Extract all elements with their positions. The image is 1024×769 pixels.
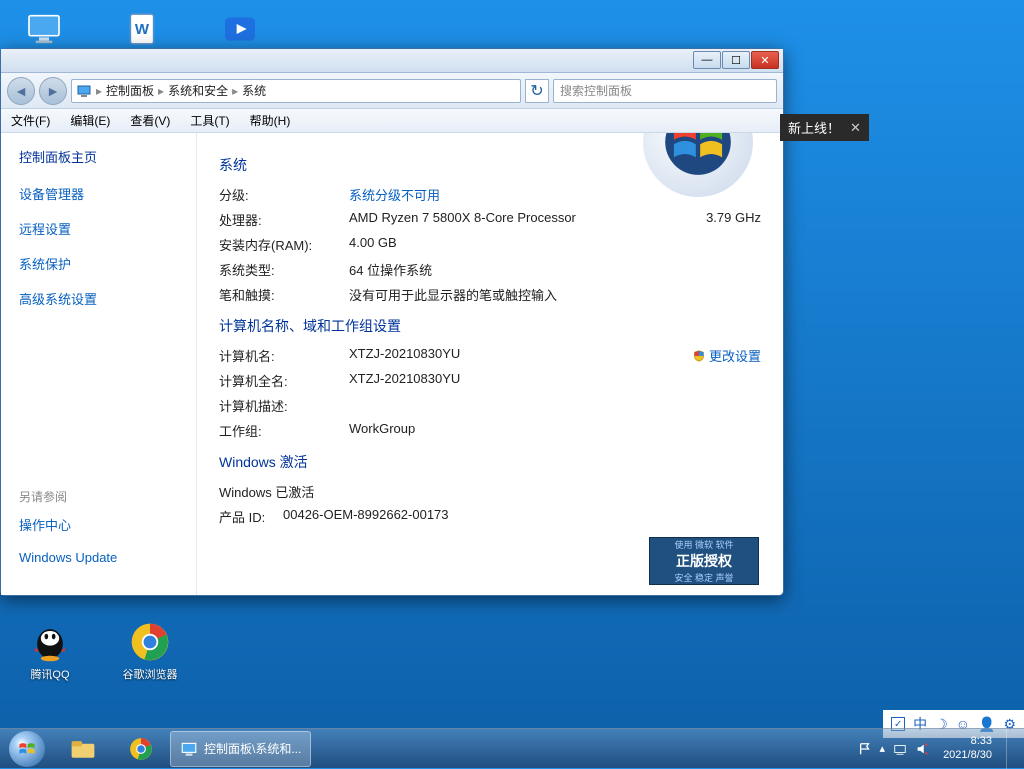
workgroup-label: 工作组:	[219, 421, 349, 440]
taskbar-task-label: 控制面板\系统和...	[204, 740, 301, 757]
svg-text:W: W	[135, 21, 150, 38]
pcfull-label: 计算机全名:	[219, 371, 349, 390]
control-panel-window: — ☐ ✕ ◄ ► ▸ 控制面板 ▸ 系统和安全 ▸ 系统 ↻ 搜索控制面板 文…	[0, 48, 784, 596]
taskbar-chrome-icon[interactable]	[113, 731, 169, 767]
ram-value: 4.00 GB	[349, 235, 761, 254]
taskbar-control-panel-task[interactable]: 控制面板\系统和...	[170, 731, 311, 767]
tray-chevron-up-icon[interactable]: ▴	[880, 742, 886, 755]
touch-value: 没有可用于此显示器的笔或触控输入	[349, 285, 761, 304]
window-minimize-button[interactable]: —	[693, 51, 721, 69]
system-tray: ▴ 8:33 2021/8/30	[854, 729, 1024, 769]
search-input[interactable]: 搜索控制面板	[553, 79, 777, 103]
volume-icon[interactable]	[915, 742, 929, 756]
notification-toast: 新上线！ ✕	[780, 114, 869, 141]
sidenav-action-center[interactable]: 操作中心	[19, 515, 178, 534]
rating-link[interactable]: 系统分级不可用	[349, 188, 440, 203]
menu-bar: 文件(F) 编辑(E) 查看(V) 工具(T) 帮助(H)	[1, 109, 783, 133]
product-id-value: 00426-OEM-8992662-00173	[283, 507, 761, 526]
content-pane: 系统 分级:系统分级不可用 处理器:AMD Ryzen 7 5800X 8-Co…	[197, 133, 783, 595]
windows-orb-icon	[16, 738, 38, 760]
breadcrumb-1[interactable]: 控制面板	[106, 82, 154, 99]
start-button[interactable]	[0, 729, 54, 769]
desktop-qq-label: 腾讯QQ	[30, 666, 69, 682]
systype-value: 64 位操作系统	[349, 260, 761, 279]
desktop-wps-icon[interactable]: W	[118, 5, 166, 53]
touch-label: 笔和触摸:	[219, 285, 349, 304]
cpu-speed: 3.79 GHz	[651, 210, 761, 229]
shield-icon	[693, 350, 705, 362]
show-desktop-button[interactable]	[1006, 729, 1020, 769]
window-close-button[interactable]: ✕	[751, 51, 779, 69]
desktop-chrome-icon[interactable]: 谷歌浏览器	[120, 620, 180, 682]
toast-text: 新上线！	[788, 118, 840, 137]
breadcrumb-2[interactable]: 系统和安全	[168, 82, 228, 99]
computer-icon	[76, 83, 92, 99]
sidenav-see-also-heading: 另请参阅	[19, 488, 178, 505]
sidenav-advanced-system[interactable]: 高级系统设置	[19, 289, 178, 308]
refresh-button[interactable]: ↻	[525, 79, 549, 103]
breadcrumb-3[interactable]: 系统	[242, 82, 266, 99]
menu-tools[interactable]: 工具(T)	[180, 112, 239, 129]
menu-help[interactable]: 帮助(H)	[240, 112, 301, 129]
ram-label: 安装内存(RAM):	[219, 235, 349, 254]
sidenav-remote-settings[interactable]: 远程设置	[19, 219, 178, 238]
systype-label: 系统类型:	[219, 260, 349, 279]
sidenav-system-protection[interactable]: 系统保护	[19, 254, 178, 273]
window-titlebar[interactable]: — ☐ ✕	[1, 49, 783, 73]
pcfull-value: XTZJ-20210830YU	[349, 371, 761, 390]
desktop-qq-icon[interactable]: 腾讯QQ	[20, 620, 80, 682]
side-nav: 控制面板主页 设备管理器 远程设置 系统保护 高级系统设置 另请参阅 操作中心 …	[1, 133, 197, 595]
activation-state: Windows 已激活	[219, 482, 314, 501]
menu-edit[interactable]: 编辑(E)	[60, 112, 120, 129]
pcdesc-value	[349, 396, 761, 415]
pcdesc-label: 计算机描述:	[219, 396, 349, 415]
genuine-badge: 使用 微软 软件 正版授权 安全 稳定 声誉	[649, 537, 759, 585]
desktop-media-icon[interactable]	[216, 5, 264, 53]
pcname-label: 计算机名:	[219, 346, 349, 365]
monitor-icon	[180, 740, 198, 758]
taskbar: 控制面板\系统和... ▴ 8:33 2021/8/30	[0, 728, 1024, 768]
desktop-chrome-label: 谷歌浏览器	[123, 666, 178, 682]
tray-date: 2021/8/30	[943, 749, 992, 762]
address-bar[interactable]: ▸ 控制面板 ▸ 系统和安全 ▸ 系统	[71, 79, 521, 103]
sidenav-device-manager[interactable]: 设备管理器	[19, 184, 178, 203]
product-id-label: 产品 ID:	[219, 507, 283, 526]
section-activation-heading: Windows 激活	[219, 452, 761, 472]
change-settings-link[interactable]: 更改设置	[693, 346, 761, 365]
pcname-value: XTZJ-20210830YU	[349, 346, 651, 365]
network-icon[interactable]	[893, 742, 907, 756]
menu-view[interactable]: 查看(V)	[120, 112, 180, 129]
section-computer-heading: 计算机名称、域和工作组设置	[219, 316, 761, 336]
nav-back-button[interactable]: ◄	[7, 77, 35, 105]
cpu-label: 处理器:	[219, 210, 349, 229]
menu-file[interactable]: 文件(F)	[1, 112, 60, 129]
desktop-monitor-icon[interactable]	[20, 5, 68, 53]
toast-close-icon[interactable]: ✕	[850, 120, 861, 136]
tray-time: 8:33	[971, 735, 992, 748]
window-maximize-button[interactable]: ☐	[722, 51, 750, 69]
sidenav-windows-update[interactable]: Windows Update	[19, 550, 178, 565]
flag-icon[interactable]	[858, 742, 872, 756]
workgroup-value: WorkGroup	[349, 421, 761, 440]
tray-clock[interactable]: 8:33 2021/8/30	[937, 735, 998, 761]
sidenav-home[interactable]: 控制面板主页	[19, 147, 178, 166]
rating-label: 分级:	[219, 185, 349, 204]
nav-forward-button[interactable]: ►	[39, 77, 67, 105]
cpu-value: AMD Ryzen 7 5800X 8-Core Processor	[349, 210, 651, 229]
taskbar-explorer-icon[interactable]	[55, 731, 111, 767]
